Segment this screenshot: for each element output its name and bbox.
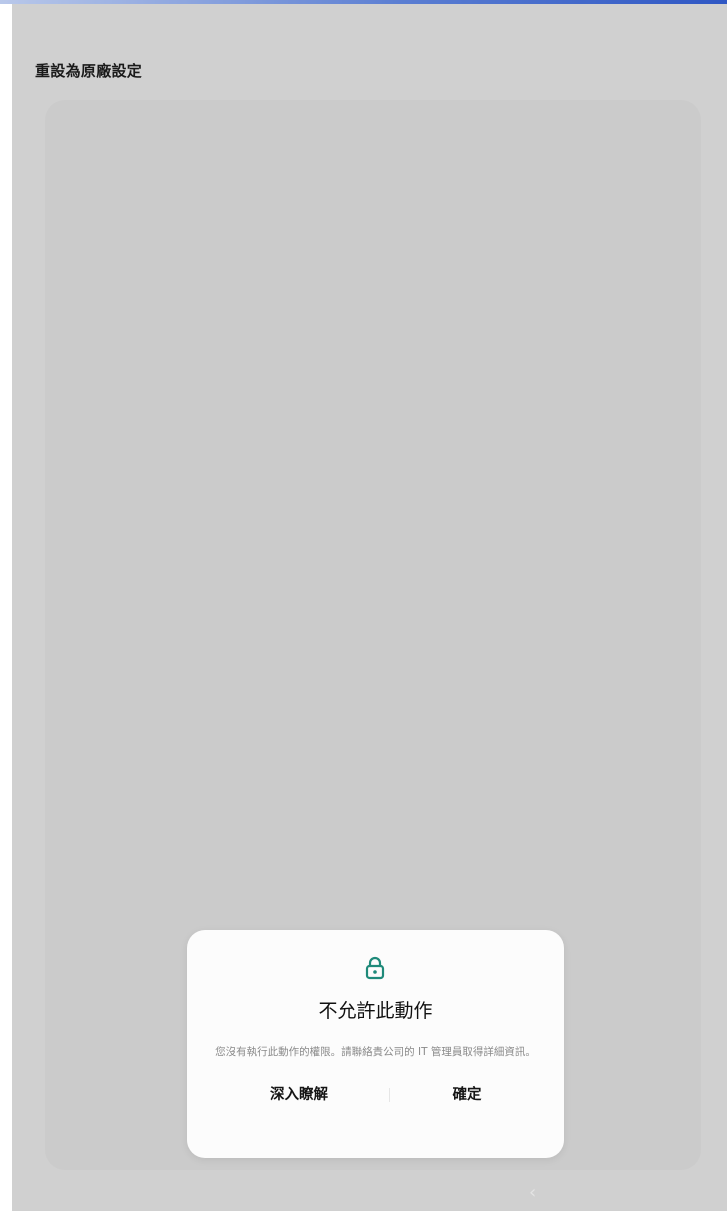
ok-button[interactable]: 確定 [397,1080,537,1110]
page-title: 重設為原廠設定 [35,62,143,80]
dialog-message: 您沒有執行此動作的權限。請聯絡貴公司的 IT 管理員取得詳細資訊。 [215,1046,536,1058]
screen-edge-strip [0,0,12,1211]
button-divider [389,1088,390,1102]
learn-more-button[interactable]: 深入瞭解 [229,1080,369,1110]
back-chevron-icon[interactable]: ‹ [529,1184,536,1202]
not-allowed-dialog: 不允許此動作 您沒有執行此動作的權限。請聯絡貴公司的 IT 管理員取得詳細資訊。… [187,930,564,1158]
lock-icon [365,956,385,980]
top-accent-bar [0,0,727,4]
dialog-title: 不允許此動作 [318,1000,433,1022]
